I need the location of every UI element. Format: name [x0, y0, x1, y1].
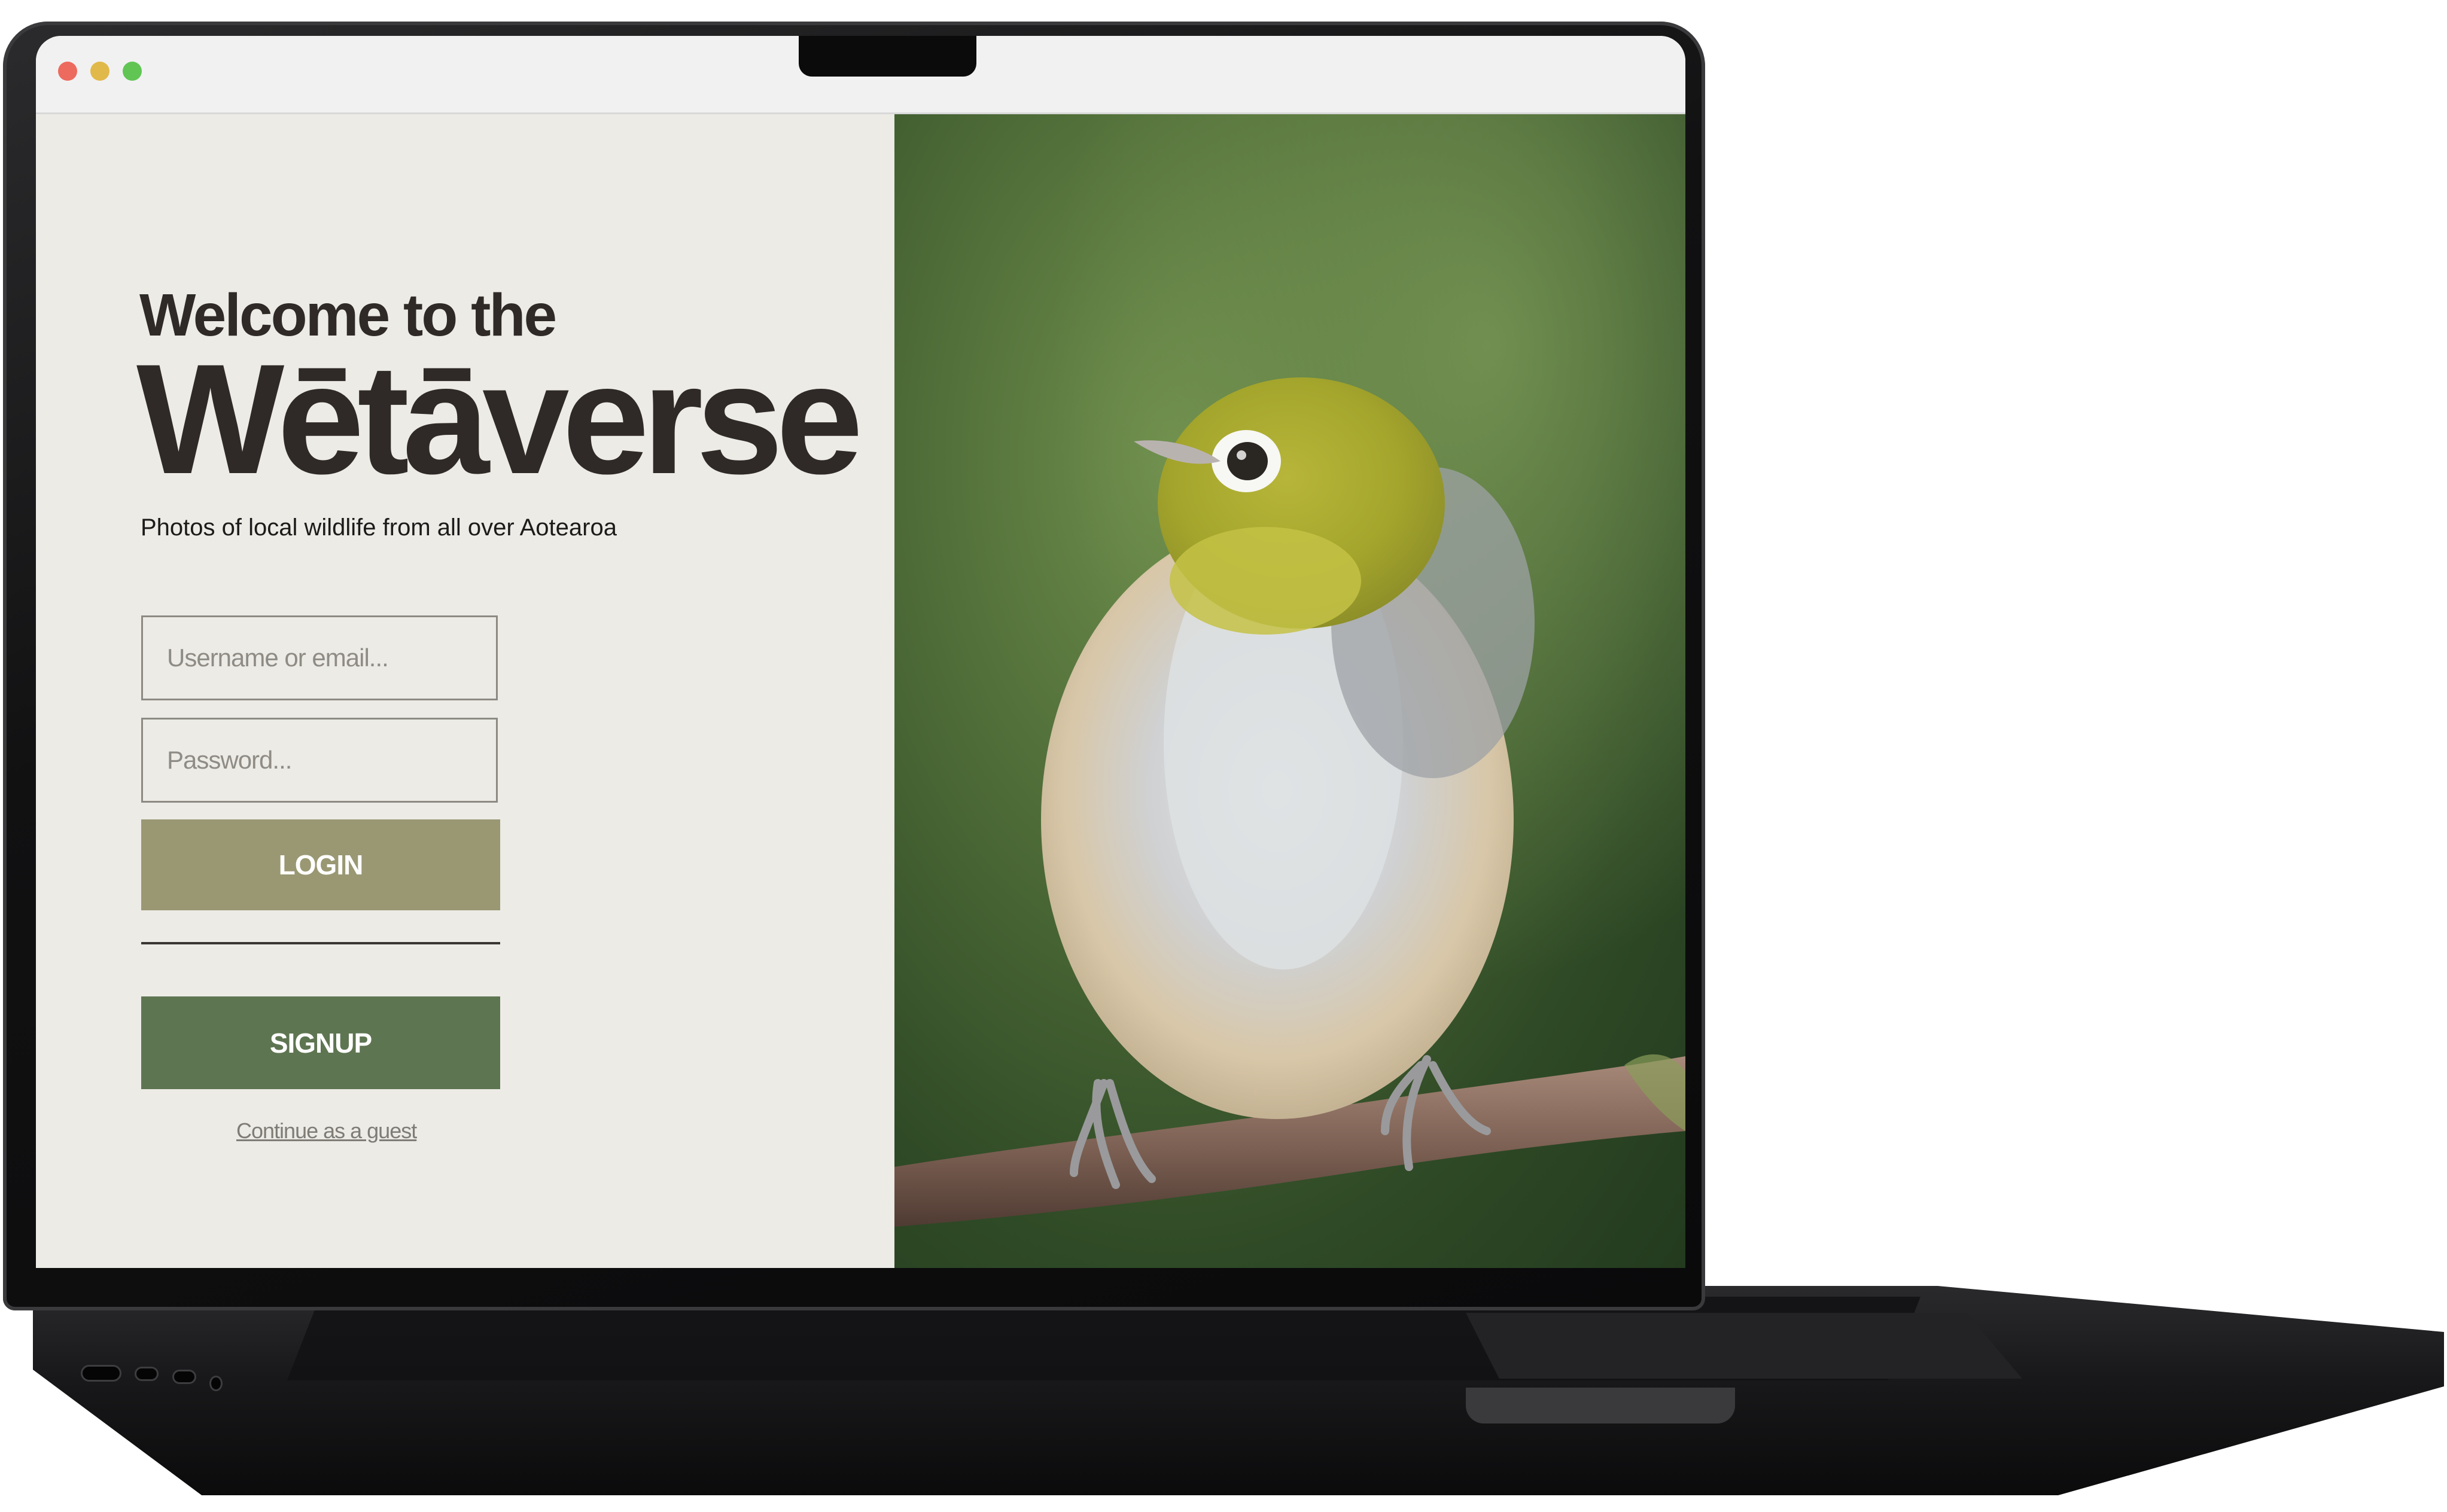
minimize-window-button[interactable] — [90, 62, 109, 81]
brand-title: Wētāverse — [136, 331, 863, 507]
camera-notch — [799, 36, 976, 77]
laptop-front-notch — [1466, 1388, 1735, 1423]
bird-throat — [1170, 527, 1361, 635]
login-button[interactable]: LOGIN — [141, 819, 500, 910]
password-input[interactable] — [141, 718, 498, 803]
signup-button[interactable]: SIGNUP — [141, 996, 500, 1089]
laptop-trackpad — [1466, 1313, 2022, 1379]
app-window: Welcome to the Wētāverse Photos of local… — [36, 36, 1685, 1268]
continue-as-guest-link[interactable]: Continue as a guest — [236, 1118, 417, 1144]
maximize-window-button[interactable] — [123, 62, 142, 81]
tagline: Photos of local wildlife from all over A… — [141, 514, 617, 541]
divider — [141, 942, 500, 944]
close-window-button[interactable] — [58, 62, 77, 81]
bird-eye-highlight — [1237, 450, 1246, 460]
magsafe-port — [81, 1365, 121, 1382]
username-input[interactable] — [141, 615, 498, 700]
usb-c-port — [135, 1367, 159, 1381]
bird-eye — [1227, 442, 1268, 480]
headphone-jack — [209, 1376, 223, 1391]
bird-photo-illustration — [894, 114, 1685, 1268]
hero-photo — [894, 114, 1685, 1268]
usb-c-port — [172, 1370, 196, 1384]
